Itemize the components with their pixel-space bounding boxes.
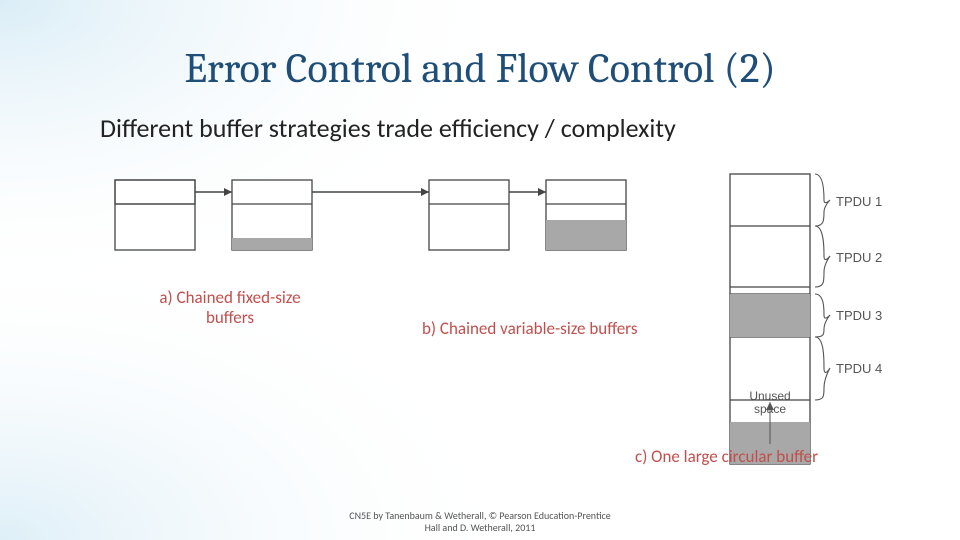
footer-line-2: Hall and D. Wetherall, 2011: [425, 521, 536, 534]
unused-space-label: Unused space: [744, 390, 796, 416]
caption-a: a) Chained fixed-size buffers: [130, 288, 330, 329]
slide-root: Error Control and Flow Control (2) Diffe…: [0, 0, 960, 540]
slide-subtitle: Different buffer strategies trade effici…: [100, 112, 676, 144]
tpdu-label-3: TPDU 3: [836, 308, 882, 323]
unused-line-2: space: [754, 402, 786, 416]
tpdu-label-4: TPDU 4: [836, 361, 882, 376]
tpdu-label-2: TPDU 2: [836, 250, 882, 265]
caption-a-line-2: buffers: [206, 307, 254, 328]
unused-line-1: Unused: [749, 389, 790, 403]
slide-title: Error Control and Flow Control (2): [0, 44, 960, 93]
caption-c: c) One large circular buffer: [635, 446, 905, 467]
tpdu-label-1: TPDU 1: [836, 194, 882, 209]
caption-a-line-1: a) Chained fixed-size: [159, 287, 300, 308]
slide-footer: CN5E by Tanenbaum & Wetherall, © Pearson…: [0, 510, 960, 534]
caption-b: b) Chained variable-size buffers: [422, 318, 682, 339]
